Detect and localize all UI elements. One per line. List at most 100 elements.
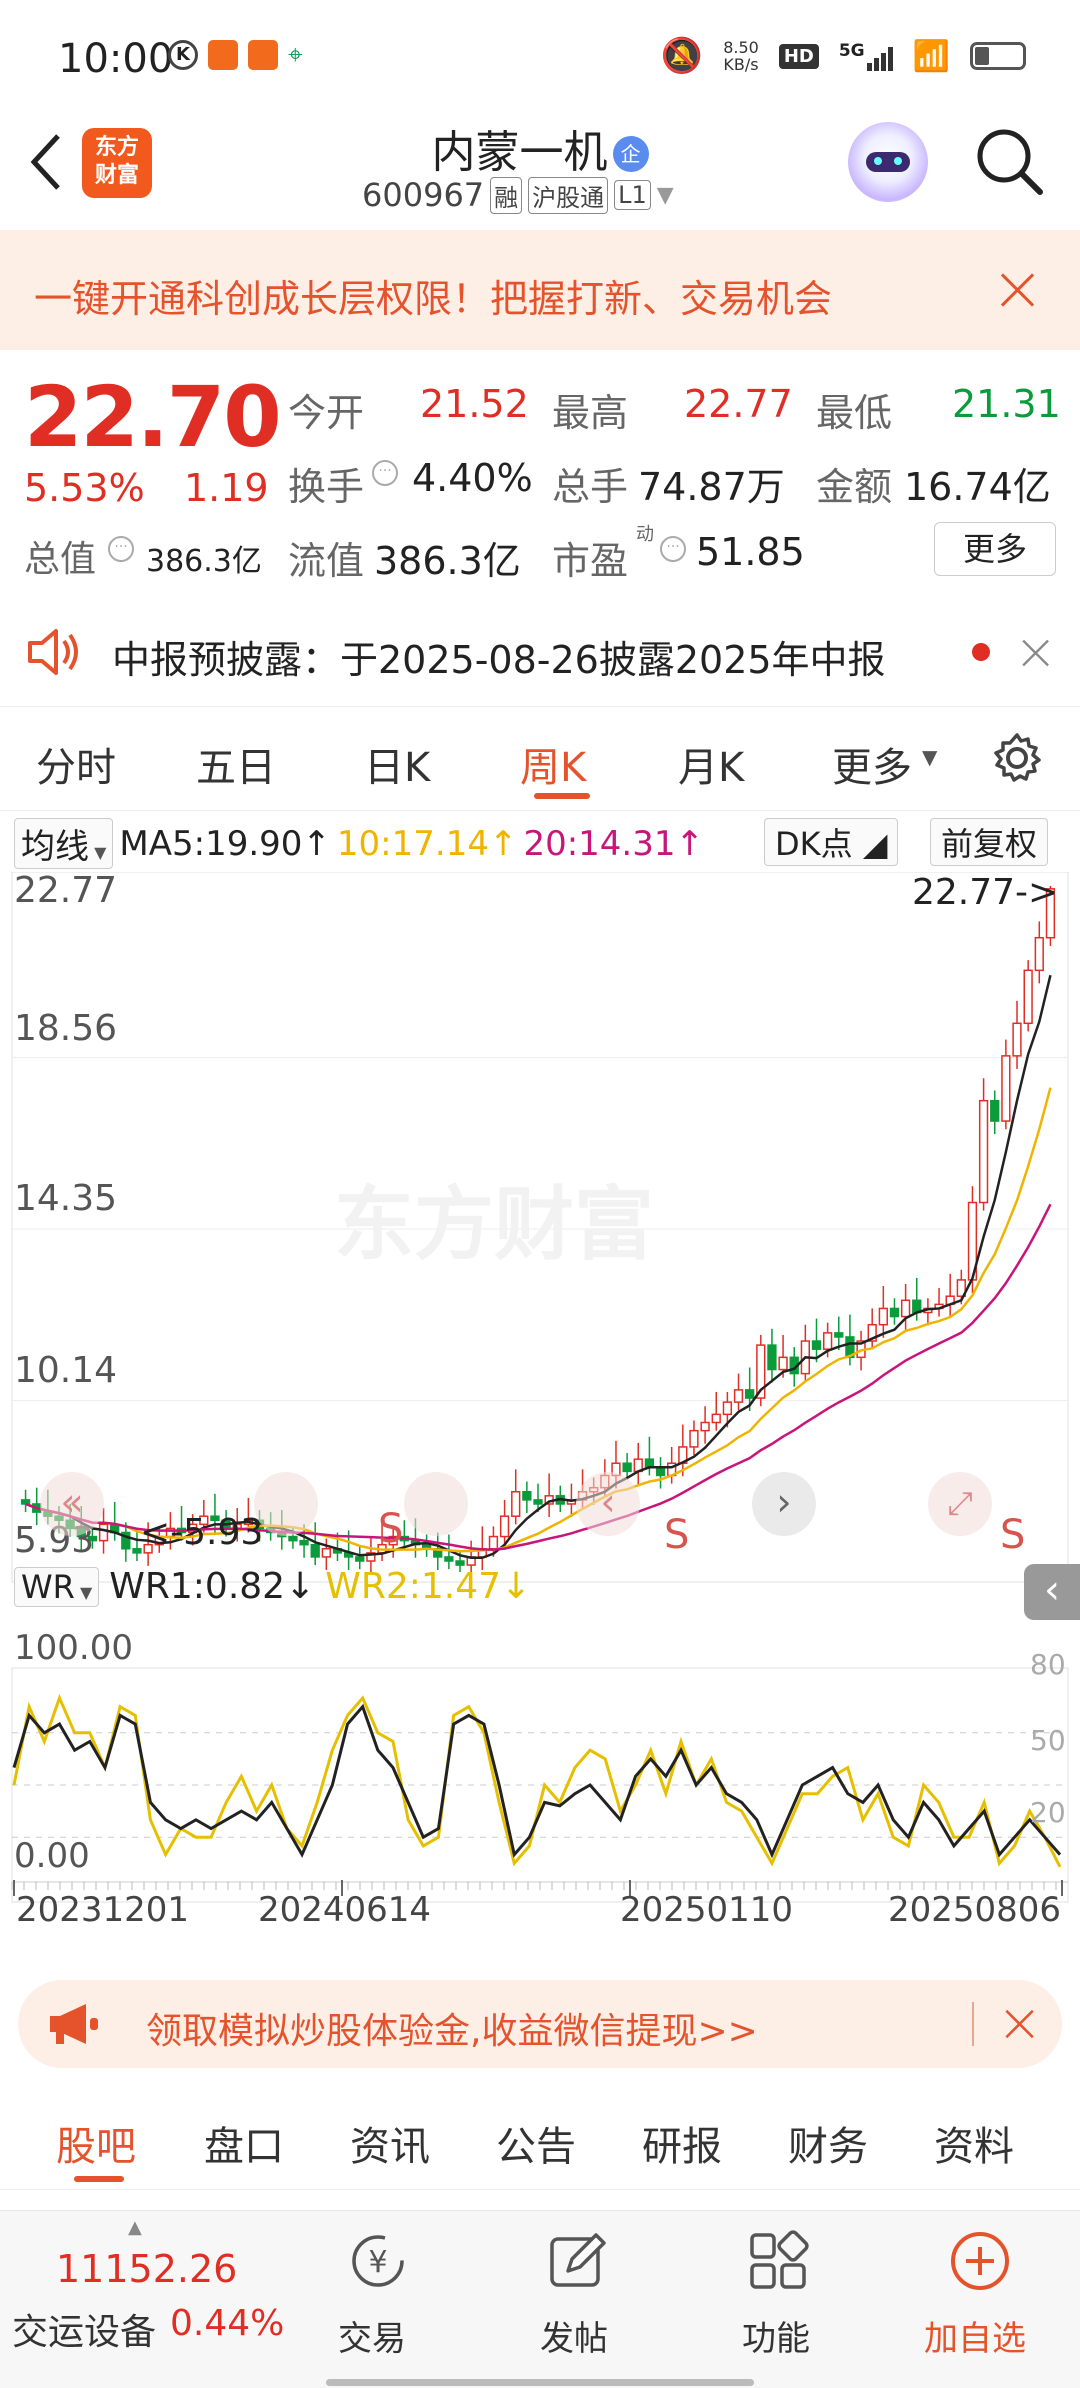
date-label: 20240614 [258, 1890, 432, 1930]
subtab-profile[interactable]: 资料 [934, 2114, 1014, 2172]
y-label: 10.14 [14, 1350, 118, 1391]
grid-function-icon[interactable] [746, 2229, 810, 2293]
candle-body [622, 1462, 632, 1473]
edit-post-icon[interactable] [546, 2229, 610, 2293]
level-tag: L1 [614, 180, 651, 210]
chevron-left-icon[interactable]: ‹ [576, 1472, 640, 1536]
function-label[interactable]: 功能 [742, 2311, 810, 2360]
subtab-news[interactable]: 资讯 [350, 2114, 430, 2172]
sector-name[interactable]: 交运设备 [12, 2303, 156, 2355]
bottom-toolbar: ▲ 11152.26 交运设备 0.44% ¥ 交易 发帖 功能 加自选 [0, 2210, 1080, 2388]
more-button[interactable]: 更多 [934, 522, 1056, 576]
subtab-pankou[interactable]: 盘口 [204, 2114, 284, 2172]
search-icon[interactable] [974, 126, 1046, 198]
ind-right-label: 20 [1030, 1796, 1066, 1829]
kline-svg[interactable] [0, 872, 1080, 1962]
promo-banner[interactable]: 一键开通科创成长层权限！把握打新、交易机会 [0, 230, 1080, 350]
index-value[interactable]: 11152.26 [56, 2247, 237, 2291]
close-icon[interactable] [1003, 2007, 1037, 2041]
status-app-icons: K ⌖ [168, 40, 318, 70]
indicator-selector[interactable]: WR ▼ [14, 1566, 100, 1607]
trade-label[interactable]: 交易 [338, 2311, 406, 2360]
ma-selector-label: 均线 [21, 827, 89, 867]
trade-icon[interactable]: ¥ [340, 2231, 416, 2291]
tab-more[interactable]: 更多 [832, 735, 912, 793]
subtab-research[interactable]: 研报 [642, 2114, 722, 2172]
candle-body [310, 1543, 320, 1558]
amount-value: 16.74亿 [904, 465, 1051, 509]
watermark: 东方财富 [334, 1178, 654, 1271]
add-watchlist-label[interactable]: 加自选 [924, 2311, 1026, 2360]
amount-label: 金额 [816, 465, 893, 509]
low-label: 最低 [816, 391, 893, 435]
svg-text:¥: ¥ [368, 2245, 387, 2280]
dk-point-button[interactable]: DK点 ◢ [764, 818, 899, 866]
candle-body [1001, 1055, 1011, 1122]
post-label[interactable]: 发帖 [540, 2311, 608, 2360]
tab-five-day[interactable]: 五日 [196, 735, 276, 793]
adjust-button[interactable]: 前复权 [930, 818, 1049, 866]
candle-body [822, 1332, 833, 1350]
add-watchlist-icon[interactable] [948, 2229, 1012, 2293]
high-label: 最高 [552, 391, 629, 435]
close-icon[interactable] [998, 270, 1038, 310]
candle-body [767, 1344, 777, 1371]
tab-monthly-k[interactable]: 月K [678, 735, 744, 793]
connect-tag: 沪股通 [528, 176, 609, 214]
candle-body [889, 1307, 900, 1318]
sell-signal: S [1000, 1512, 1026, 1558]
home-indicator [326, 2379, 754, 2386]
content-tabs: 股吧 盘口 资讯 公告 研报 财务 资料 [0, 2090, 1080, 2190]
collapse-panel-icon[interactable]: ‹ [1024, 1564, 1080, 1620]
candle-body [778, 1356, 788, 1371]
speed-indicator: 8.50 KB/s [723, 39, 759, 73]
ind-y-min: 0.00 [14, 1836, 90, 1876]
info-icon[interactable]: ··· [660, 536, 686, 562]
stock-name: 内蒙一机 [431, 127, 608, 178]
tab-daily-k[interactable]: 日K [364, 735, 430, 793]
simulated-trading-promo[interactable]: 领取模拟炒股体验金,收益微信提现>> [18, 1980, 1062, 2068]
app-icon-2 [248, 40, 278, 70]
gear-icon[interactable] [990, 731, 1044, 785]
open-value: 21.52 [420, 382, 529, 426]
candle-body [1023, 969, 1033, 1025]
tab-fenshi[interactable]: 分时 [36, 735, 116, 793]
hd-badge: HD [778, 43, 819, 69]
candle-body [455, 1560, 465, 1566]
kline-chart-area[interactable]: 均线 ▼ MA5:19.90↑ 10:17.14↑ 20:14.31↑ DK点 … [0, 812, 1080, 1962]
mktcap-label: 总值 [24, 539, 97, 580]
ma-selector[interactable]: 均线 ▼ [14, 818, 114, 869]
double-left-icon[interactable]: « [40, 1472, 104, 1536]
robot-assistant-icon[interactable] [848, 122, 928, 202]
info-icon[interactable]: ··· [108, 536, 134, 562]
low-value: 21.31 [952, 382, 1061, 426]
subtab-finance[interactable]: 财务 [788, 2114, 868, 2172]
candle-body [321, 1548, 331, 1558]
zoom-out-icon[interactable] [254, 1472, 318, 1536]
notice-bar[interactable]: 中报预披露：于2025-08-26披露2025年中报 [0, 595, 1080, 705]
change-percent: 5.53% [24, 466, 145, 510]
y-label: 18.56 [14, 1008, 118, 1049]
current-price: 22.70 [24, 368, 282, 466]
fullscreen-icon[interactable]: ⤢ [928, 1472, 992, 1536]
stock-code-row[interactable]: 600967 融 沪股通 L1 ▼ [362, 176, 674, 214]
zoom-in-icon[interactable] [404, 1472, 468, 1536]
unread-dot [972, 643, 990, 661]
open-label: 今开 [288, 391, 365, 435]
subtab-announcement[interactable]: 公告 [496, 2114, 576, 2172]
volume-label: 总手 [552, 465, 629, 509]
candle-body [978, 1099, 989, 1204]
candle-body [711, 1413, 721, 1424]
candle-body [98, 1523, 109, 1542]
y-label-max: 22.77 [14, 870, 118, 911]
chevron-right-icon[interactable]: › [752, 1472, 816, 1536]
info-icon[interactable]: ··· [372, 460, 398, 486]
pe-value: 51.85 [696, 530, 805, 574]
close-icon[interactable] [1020, 637, 1052, 669]
app-icon [208, 40, 238, 70]
chevron-up-icon[interactable]: ▲ [128, 2217, 142, 2238]
tab-weekly-k[interactable]: 周K [520, 735, 586, 793]
sell-signal: S [378, 1506, 404, 1552]
map-icon: ⌖ [288, 40, 303, 70]
subtab-guba[interactable]: 股吧 [56, 2114, 136, 2172]
